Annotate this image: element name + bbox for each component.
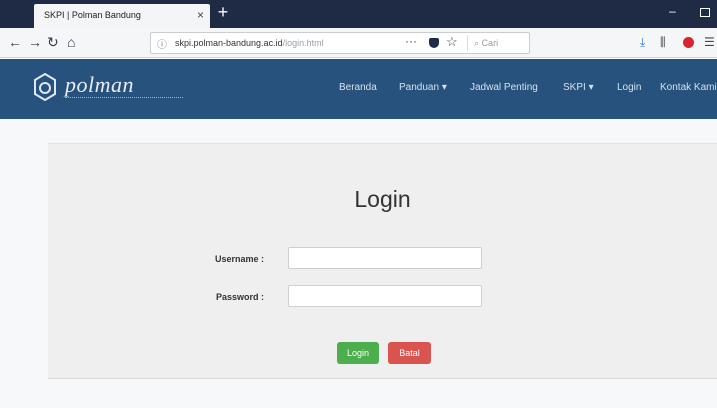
home-button[interactable]: ⌂ <box>67 34 75 50</box>
browser-toolbar: ← → ↻ ⌂ ⓘ skpi.polman-bandung.ac.id/logi… <box>0 28 717 58</box>
nav-jadwal-penting[interactable]: Jadwal Penting <box>470 82 538 93</box>
bookmark-star-icon[interactable]: ☆ <box>446 35 458 49</box>
url-bar[interactable]: ⓘ skpi.polman-bandung.ac.id/login.html ·… <box>150 32 530 54</box>
password-label: Password : <box>215 292 264 302</box>
back-button[interactable]: ← <box>8 34 22 50</box>
library-icon[interactable]: ⫼ <box>660 35 666 49</box>
login-panel: Login Username : Password : Login Batal <box>48 143 717 379</box>
reload-button[interactable]: ↻ <box>47 34 59 50</box>
password-input[interactable] <box>288 285 482 307</box>
url-path: /login.html <box>282 38 324 48</box>
url-text[interactable]: skpi.polman-bandung.ac.id/login.html <box>175 38 324 48</box>
site-logo-text[interactable]: polman <box>65 72 134 98</box>
url-host: skpi.polman-bandung.ac.id <box>175 38 283 48</box>
pocket-icon[interactable] <box>429 38 439 48</box>
nav-login[interactable]: Login <box>617 82 641 93</box>
page-actions-icon[interactable]: ··· <box>405 34 417 48</box>
username-input[interactable] <box>288 247 482 269</box>
new-tab-button[interactable]: + <box>214 3 232 21</box>
search-placeholder: Cari <box>481 38 499 48</box>
login-title: Login <box>354 186 411 212</box>
login-button[interactable]: Login <box>337 342 379 364</box>
site-info-icon[interactable]: ⓘ <box>157 36 167 51</box>
maximize-window-button[interactable] <box>700 8 710 17</box>
web-page: polman Beranda Panduan ▾ Jadwal Penting … <box>0 59 717 408</box>
cancel-button[interactable]: Batal <box>388 342 431 364</box>
downloads-icon[interactable]: ⤓ <box>640 35 645 49</box>
nav-beranda[interactable]: Beranda <box>339 82 377 93</box>
logo-tagline-line <box>65 97 183 100</box>
nav-skpi[interactable]: SKPI ▾ <box>563 82 594 93</box>
close-tab-icon[interactable]: × <box>197 8 204 22</box>
menu-icon[interactable]: ☰ <box>704 35 715 49</box>
username-label: Username : <box>214 254 264 264</box>
site-header: polman Beranda Panduan ▾ Jadwal Penting … <box>0 59 717 119</box>
tab-title: SKPI | Polman Bandung <box>44 10 141 20</box>
polman-logo-icon[interactable] <box>33 73 57 101</box>
minimize-window-button[interactable]: – <box>669 4 676 18</box>
nav-panduan[interactable]: Panduan ▾ <box>399 82 447 93</box>
adblock-icon[interactable] <box>683 37 694 48</box>
browser-tab[interactable]: SKPI | Polman Bandung × <box>34 4 210 28</box>
nav-kontak-kami[interactable]: Kontak Kami <box>660 82 717 93</box>
search-input[interactable]: ⌕ Cari <box>467 35 529 51</box>
search-icon: ⌕ <box>474 38 480 48</box>
browser-tab-strip: SKPI | Polman Bandung × + – <box>0 0 717 28</box>
forward-button[interactable]: → <box>28 34 42 50</box>
